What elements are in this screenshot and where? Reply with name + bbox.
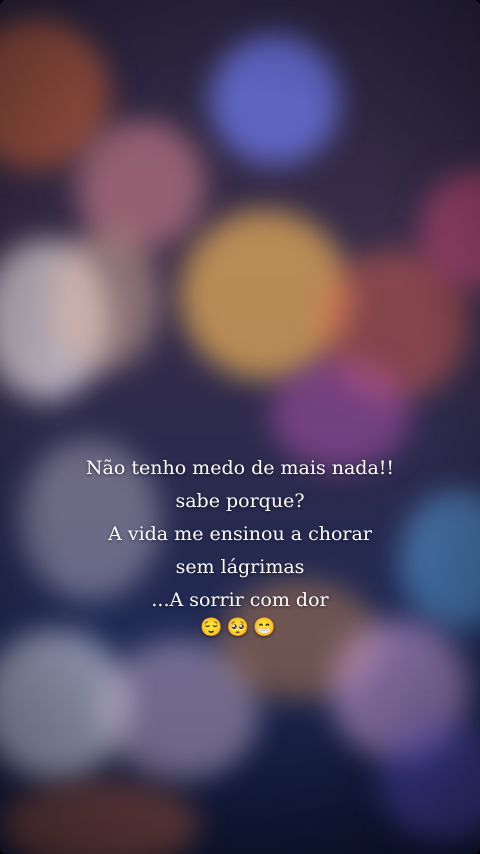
story-screen[interactable]: Não tenho medo de mais nada!! sabe porqu… bbox=[0, 0, 480, 854]
quote-line: Não tenho medo de mais nada!! bbox=[85, 457, 395, 479]
vignette-overlay bbox=[0, 0, 480, 854]
emoji-row: 😌🥺😁 bbox=[200, 617, 280, 638]
quote-line: sem lágrimas bbox=[175, 556, 305, 578]
story-text: Não tenho medo de mais nada!! sabe porqu… bbox=[0, 452, 480, 639]
quote-line: ...A sorrir com dor bbox=[151, 589, 329, 611]
quote-line: A vida me ensinou a chorar bbox=[108, 523, 372, 545]
quote-line: sabe porque? bbox=[175, 490, 305, 512]
